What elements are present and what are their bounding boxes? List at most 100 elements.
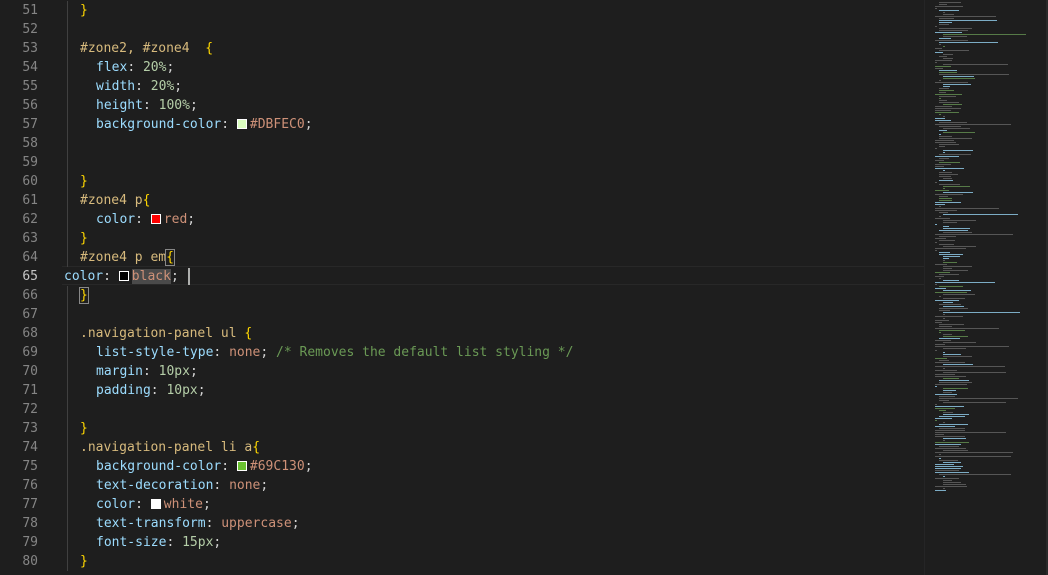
code-token: : [150, 383, 167, 398]
code-line[interactable]: } [80, 172, 88, 191]
color-swatch[interactable] [150, 214, 161, 224]
minimap-line [935, 238, 946, 239]
code-token: text-decoration [96, 478, 214, 493]
minimap-line [935, 466, 964, 467]
code-line[interactable]: text-transform: uppercase; [96, 514, 300, 533]
minimap[interactable] [924, 0, 1048, 575]
minimap-line [943, 294, 976, 295]
line-number: 59 [22, 155, 38, 170]
minimap-line [939, 326, 953, 327]
code-line[interactable]: color: red; [96, 210, 195, 229]
line-number: 62 [22, 212, 38, 227]
code-editor[interactable]: 51 52 53 54 55 56 57 58 59 60 61 62 63 64 65 66 67 68 69 70… [0, 0, 1048, 575]
code-line[interactable]: color: black; [64, 267, 179, 286]
indent-guide [67, 457, 68, 476]
minimap-line [935, 288, 947, 289]
code-token: } [80, 3, 88, 18]
code-line[interactable]: #zone4 p{ [80, 191, 150, 210]
minimap-line [943, 302, 953, 303]
minimap-line [935, 362, 966, 363]
minimap-line [935, 430, 965, 431]
code-token: { [165, 249, 175, 266]
minimap-line [939, 20, 998, 21]
line-number: 74 [22, 440, 38, 455]
code-line[interactable]: } [80, 1, 88, 20]
minimap-line [935, 322, 943, 323]
code-token: ; [197, 383, 206, 398]
code-line[interactable]: font-size: 15px; [96, 533, 221, 552]
minimap-line [935, 350, 937, 351]
code-line[interactable]: height: 100%; [96, 96, 198, 115]
code-line[interactable]: background-color: #69C130; [96, 457, 313, 476]
minimap-line [935, 120, 951, 121]
minimap-line [939, 138, 973, 139]
code-line[interactable]: #zone4 p em{ [80, 248, 175, 267]
code-token: white [163, 497, 203, 512]
minimap-line [935, 156, 959, 157]
minimap-line [935, 106, 953, 107]
minimap-line [935, 434, 945, 435]
line-number: 63 [22, 231, 38, 246]
code-line[interactable]: padding: 10px; [96, 381, 206, 400]
code-line[interactable]: } [80, 552, 88, 571]
minimap-line [935, 394, 958, 395]
minimap-line [935, 370, 958, 371]
minimap-line [943, 86, 951, 87]
code-line[interactable]: margin: 10px; [96, 362, 198, 381]
indent-guide [67, 286, 68, 305]
minimap-line [935, 442, 969, 443]
minimap-line [939, 198, 952, 199]
line-number: 69 [22, 345, 38, 360]
indent-guide [67, 533, 68, 552]
minimap-line [943, 186, 971, 187]
code-token: { [244, 326, 253, 341]
minimap-line [943, 132, 975, 133]
minimap-line [935, 272, 950, 273]
code-line[interactable]: color: white; [96, 495, 211, 514]
minimap-line [935, 250, 937, 251]
code-area[interactable]: } #zone2, #zone4 {flex: 20%; width: 20%; he… [62, 0, 924, 575]
color-swatch[interactable] [150, 499, 161, 509]
code-line[interactable]: } [80, 419, 88, 438]
minimap-line [939, 162, 960, 163]
code-line[interactable]: } [79, 286, 89, 305]
minimap-line [935, 276, 945, 277]
minimap-line [943, 150, 974, 151]
code-token: none [229, 478, 261, 493]
minimap-line [943, 348, 966, 349]
code-line[interactable]: .navigation-panel li a{ [80, 438, 260, 457]
code-line[interactable]: flex: 20%; [96, 58, 174, 77]
code-line[interactable]: #zone2, #zone4 { [80, 39, 213, 58]
minimap-line [943, 152, 945, 153]
minimap-line [943, 484, 966, 485]
color-swatch[interactable] [236, 461, 247, 471]
minimap-line [943, 116, 945, 117]
code-line[interactable]: } [80, 229, 88, 248]
minimap-line [935, 386, 937, 387]
color-swatch[interactable] [236, 119, 247, 129]
minimap-line [943, 364, 973, 365]
code-line[interactable]: background-color: #DBFEC0; [96, 115, 313, 134]
code-line[interactable]: .navigation-panel ul { [80, 324, 252, 343]
minimap-line [939, 400, 950, 401]
minimap-line [935, 66, 952, 67]
line-number-gutter[interactable]: 51 52 53 54 55 56 57 58 59 60 61 62 63 64 65 66 67 68 69 70… [0, 0, 62, 575]
minimap-line [935, 384, 968, 385]
minimap-line [939, 286, 963, 287]
minimap-line [939, 184, 961, 185]
code-line[interactable]: text-decoration: none; [96, 476, 268, 495]
code-token: uppercase [221, 516, 292, 531]
color-swatch[interactable] [118, 271, 129, 281]
code-token: 15px [182, 535, 214, 550]
minimap-line [943, 422, 945, 423]
minimap-line [939, 136, 952, 137]
minimap-line [943, 438, 966, 439]
minimap-line [943, 402, 1006, 403]
minimap-line [935, 408, 955, 409]
code-line[interactable]: width: 20%; [96, 77, 182, 96]
minimap-line [935, 194, 964, 195]
code-line[interactable]: list-style-type: none; /* Removes the de… [96, 343, 573, 362]
minimap-line [943, 34, 1027, 35]
line-number: 66 [22, 288, 38, 303]
minimap-line [935, 456, 1011, 457]
